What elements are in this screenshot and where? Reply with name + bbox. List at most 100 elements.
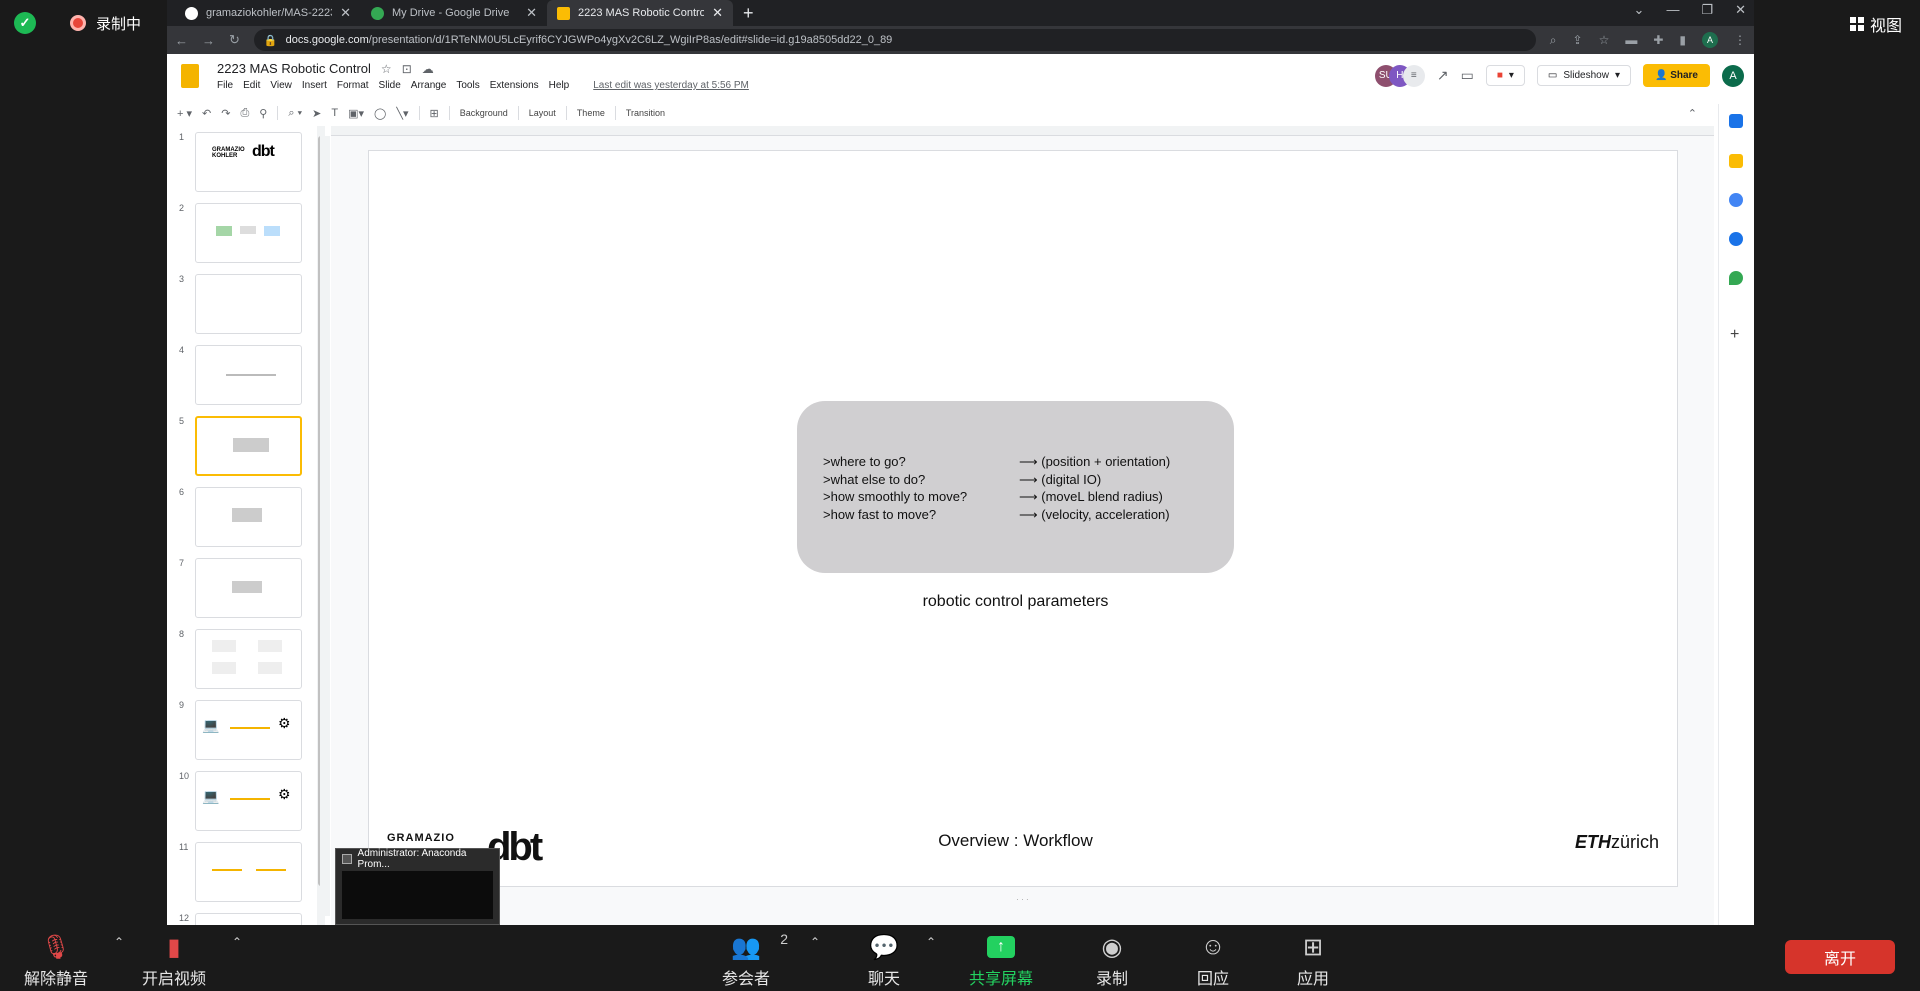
thumbnail-item[interactable]: 10 💻 ⚙ xyxy=(167,769,307,831)
chevron-up-icon[interactable]: ⌃ xyxy=(926,935,936,949)
forward-icon[interactable]: → xyxy=(202,33,215,48)
comment-add-icon[interactable]: ⊞ xyxy=(430,107,439,120)
image-icon[interactable]: ▣▾ xyxy=(348,107,364,120)
menu-view[interactable]: View xyxy=(270,80,292,91)
new-tab-button[interactable]: + xyxy=(733,0,764,26)
close-icon[interactable]: ✕ xyxy=(526,5,537,21)
reload-icon[interactable]: ↻ xyxy=(229,32,240,48)
share-button[interactable]: 👤 Share xyxy=(1642,64,1710,87)
undo-icon[interactable]: ↶ xyxy=(202,107,211,120)
meet-button[interactable]: ■ ▾ xyxy=(1485,65,1525,86)
keep-icon[interactable] xyxy=(1729,154,1743,168)
slide-thumbnail[interactable] xyxy=(195,487,302,547)
chevron-down-icon[interactable]: ⌄ xyxy=(1634,2,1645,18)
select-icon[interactable]: ➤ xyxy=(312,107,321,120)
contacts-icon[interactable] xyxy=(1729,232,1743,246)
menu-slide[interactable]: Slide xyxy=(379,80,401,91)
url-field[interactable]: 🔒 docs.google.com/presentation/d/1RTeNM0… xyxy=(253,29,1536,51)
close-icon[interactable]: ✕ xyxy=(712,5,723,21)
tab-slides[interactable]: 2223 MAS Robotic Control - Goo ✕ xyxy=(547,0,733,26)
chevron-up-icon[interactable]: ⌃ xyxy=(232,935,242,949)
extension-icon[interactable]: ▬ xyxy=(1625,33,1637,47)
slide-thumbnail[interactable]: GRAMAZIO KOHLER dbt xyxy=(195,132,302,192)
slide-thumbnail[interactable] xyxy=(195,274,302,334)
back-icon[interactable]: ← xyxy=(175,33,188,48)
chevron-down-icon[interactable]: ▾ xyxy=(1615,70,1620,81)
thumbnail-item[interactable]: 8 xyxy=(167,627,307,689)
theme-button[interactable]: Theme xyxy=(577,108,605,118)
account-avatar[interactable]: A xyxy=(1722,64,1744,87)
menu-format[interactable]: Format xyxy=(337,80,369,91)
participants-button[interactable]: 👥 参会者 2 ⌃ xyxy=(722,931,820,989)
slide-thumbnail[interactable] xyxy=(195,345,302,405)
shape-icon[interactable]: ◯ xyxy=(374,107,386,120)
slide-thumbnail[interactable] xyxy=(195,629,302,689)
maps-icon[interactable] xyxy=(1729,271,1743,285)
slideshow-button[interactable]: ▭ Slideshow ▾ xyxy=(1536,65,1631,86)
menu-edit[interactable]: Edit xyxy=(243,80,260,91)
tasks-icon[interactable] xyxy=(1729,193,1743,207)
activity-icon[interactable]: ↗ xyxy=(1437,67,1449,84)
chevron-up-icon[interactable]: ⌃ xyxy=(810,935,820,949)
more-collaborators-icon[interactable]: ≡ xyxy=(1402,64,1425,87)
slide-thumbnail-selected[interactable] xyxy=(195,416,302,476)
restore-icon[interactable]: ❐ xyxy=(1701,2,1713,18)
textbox-icon[interactable]: T xyxy=(331,107,338,119)
redo-icon[interactable]: ↷ xyxy=(221,107,230,120)
reactions-button[interactable]: ☺ 回应 xyxy=(1197,933,1229,989)
thumbnail-item[interactable]: 5 xyxy=(167,414,307,476)
thumbnail-item[interactable]: 7 xyxy=(167,556,307,618)
star-icon[interactable]: ☆ xyxy=(1599,33,1610,47)
slide-canvas[interactable]: >where to go? ⟶ (position + orientation)… xyxy=(368,150,1678,887)
menu-tools[interactable]: Tools xyxy=(456,80,479,91)
slide-footer-title[interactable]: Overview : Workflow xyxy=(797,831,1234,851)
speaker-notes-handle[interactable]: · · · xyxy=(331,895,1714,904)
chevron-up-icon[interactable]: ⌃ xyxy=(114,935,124,949)
chat-button[interactable]: 💬 聊天 ⌃ xyxy=(868,933,936,989)
new-slide-icon[interactable]: + ▾ xyxy=(177,107,192,120)
menu-icon[interactable]: ⋮ xyxy=(1734,33,1746,47)
puzzle-icon[interactable]: ✚ xyxy=(1653,33,1663,47)
thumbnail-item[interactable]: 3 xyxy=(167,272,307,334)
parameters-box[interactable]: >where to go? ⟶ (position + orientation)… xyxy=(797,401,1234,573)
comment-icon[interactable]: ▭ xyxy=(1461,67,1474,84)
collapse-icon[interactable]: ⌃ xyxy=(1688,107,1697,120)
thumbnail-item[interactable]: 11 xyxy=(167,840,307,902)
zoom-icon[interactable]: ⌕ xyxy=(1550,33,1557,48)
slide-thumbnail[interactable]: 💻 ⚙ xyxy=(195,771,302,831)
close-icon[interactable]: ✕ xyxy=(340,5,351,21)
paint-format-icon[interactable]: ⚲ xyxy=(259,107,267,120)
doc-title[interactable]: 2223 MAS Robotic Control xyxy=(217,61,371,76)
star-icon[interactable]: ☆ xyxy=(381,62,392,76)
start-video-button[interactable]: ▮ 开启视频 ⌃ xyxy=(142,933,242,989)
leave-button[interactable]: 离开 xyxy=(1785,940,1895,974)
tab-drive[interactable]: My Drive - Google Drive ✕ xyxy=(361,0,547,26)
slide-thumbnail[interactable] xyxy=(195,558,302,618)
slide-thumbnail[interactable] xyxy=(195,842,302,902)
zoom-view-button[interactable]: 视图 xyxy=(1849,12,1902,36)
transition-button[interactable]: Transition xyxy=(626,108,665,118)
share-icon[interactable]: ⇪ xyxy=(1573,33,1583,47)
thumbnail-item[interactable]: 12 xyxy=(167,911,307,925)
tab-github[interactable]: gramaziokohler/MAS-2223 ✕ xyxy=(175,0,361,26)
calendar-icon[interactable] xyxy=(1729,114,1743,128)
move-folder-icon[interactable]: ⊡ xyxy=(402,62,412,76)
menu-insert[interactable]: Insert xyxy=(302,80,327,91)
profile-avatar[interactable]: A xyxy=(1702,32,1718,48)
line-icon[interactable]: ╲▾ xyxy=(396,107,408,120)
close-window-icon[interactable]: ✕ xyxy=(1735,2,1746,18)
record-button[interactable]: ◉ 录制 xyxy=(1096,933,1128,989)
last-edit-link[interactable]: Last edit was yesterday at 5:56 PM xyxy=(593,80,749,91)
apps-button[interactable]: ⊞ 应用 xyxy=(1297,933,1329,989)
minimize-icon[interactable]: — xyxy=(1666,2,1679,18)
slide-thumbnail[interactable] xyxy=(195,913,302,925)
slide-thumbnail[interactable] xyxy=(195,203,302,263)
slide-thumbnail[interactable]: 💻 ⚙ xyxy=(195,700,302,760)
background-button[interactable]: Background xyxy=(460,108,508,118)
add-addon-icon[interactable]: + xyxy=(1730,326,1739,344)
taskbar-preview-popup[interactable]: Administrator: Anaconda Prom... xyxy=(335,848,500,925)
unmute-button[interactable]: 🎙 解除静音 ⌃ xyxy=(24,933,124,989)
thumbnail-item[interactable]: 6 xyxy=(167,485,307,547)
layout-button[interactable]: Layout xyxy=(529,108,556,118)
slides-logo-icon[interactable] xyxy=(181,64,199,88)
